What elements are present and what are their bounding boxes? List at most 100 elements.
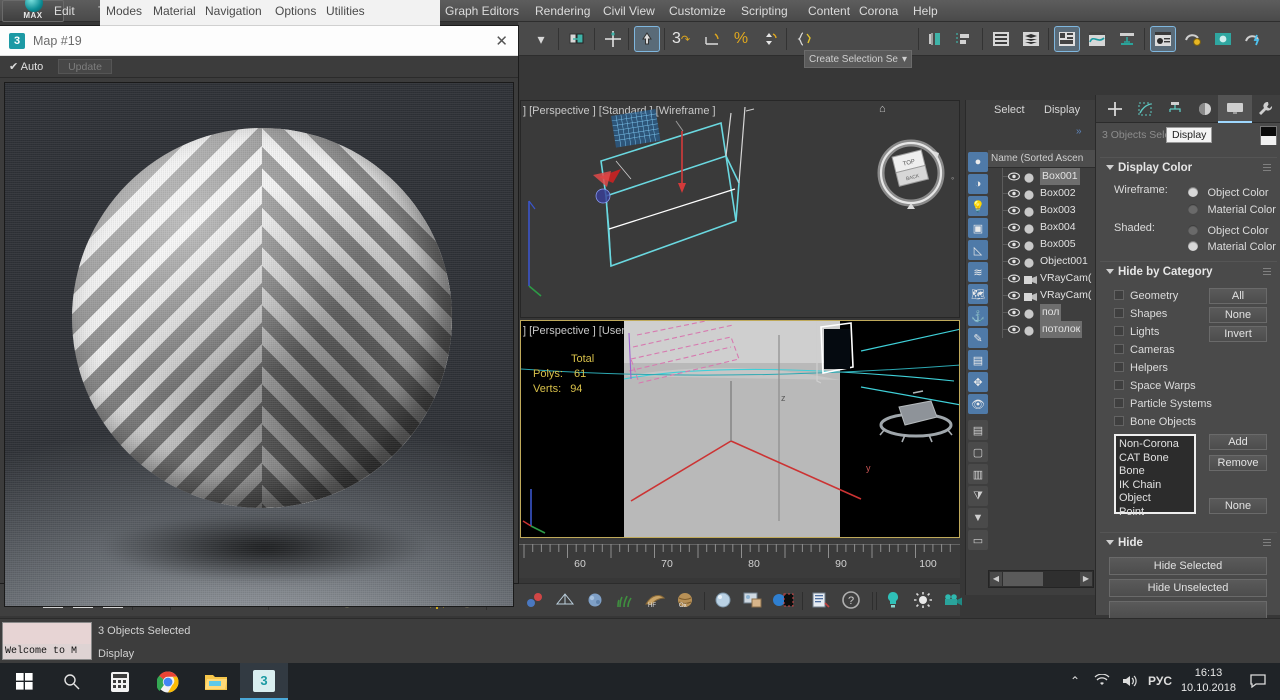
menu-corona[interactable]: Corona [851,0,906,22]
scene-list-item[interactable]: Box005 [988,236,1096,253]
update-button[interactable]: Update [58,59,112,74]
cameras-filter-icon[interactable]: ▣ [968,218,988,238]
hide-by-hit-button[interactable] [1109,601,1267,619]
show-map-in-viewport-icon[interactable] [772,589,794,611]
menu-edit[interactable]: Edit [46,0,83,22]
category-checkbox[interactable] [1114,380,1124,390]
rollout-hide-header[interactable]: Hide [1100,533,1277,553]
list-item[interactable]: CAT Bone [1119,452,1191,466]
list-icon[interactable]: ▤ [968,420,988,440]
maxscript-mini-listener[interactable]: Welcome to M [2,622,92,660]
hair-farm-icon[interactable]: HF [644,589,666,611]
helpers-filter-icon[interactable]: ◺ [968,240,988,260]
modify-tab[interactable] [1128,95,1162,123]
close-icon[interactable]: ✕ [495,32,508,50]
menu-rendering[interactable]: Rendering [527,0,598,22]
mirror-icon[interactable] [922,26,948,52]
selection-set-field[interactable]: Create Selection Se ▾ [804,50,912,68]
scene-list-item[interactable]: Box003 [988,202,1096,219]
hide-unselected-button[interactable]: Hide Unselected [1109,579,1267,597]
columns-icon[interactable]: ▥ [968,464,988,484]
menu-customize[interactable]: Customize [661,0,734,22]
curve-editor-icon[interactable] [1084,26,1110,52]
material-preview-canvas[interactable] [4,82,514,607]
auto-update-checkbox[interactable]: ✔ Auto [9,60,43,73]
space-warps-filter-icon[interactable]: ≋ [968,262,988,282]
map-assign-icon[interactable] [742,589,764,611]
hide-category-row[interactable]: Lights [1114,322,1159,340]
funnel-icon[interactable]: ▼ [968,508,988,528]
rollout-display-color-header[interactable]: Display Color [1100,158,1277,178]
category-checkbox[interactable] [1114,416,1124,426]
scene-list-item[interactable]: пол [988,304,1096,321]
category-checkbox[interactable] [1114,344,1124,354]
visibility-eye-icon[interactable] [1008,324,1020,335]
xrefs-filter-icon[interactable]: ⚓ [968,306,988,326]
category-all-button[interactable]: All [1209,288,1267,304]
clock[interactable]: 16:13 10.10.2018 [1181,666,1236,696]
shaded-material-color-radio[interactable] [1188,241,1198,251]
frozen-filter-icon[interactable]: ✥ [968,372,988,392]
category-checkbox[interactable] [1114,308,1124,318]
wireframe-material-color-radio[interactable] [1188,204,1198,214]
category-checkbox[interactable] [1114,398,1124,408]
material-editor-icon[interactable] [1150,26,1176,52]
undo-dropdown-icon[interactable]: ▾ [528,26,554,52]
scene-list-item[interactable]: Box004 [988,219,1096,236]
category-none-button[interactable]: None [1209,307,1267,323]
category-exclusion-list[interactable]: Non-CoronaCAT BoneBoneIK Chain ObjectPoi… [1114,434,1196,514]
view-cube[interactable]: TOP BACK [871,131,951,211]
hide-category-row[interactable]: Geometry [1114,286,1178,304]
percent-snap-icon[interactable]: % [728,26,754,52]
containers-filter-icon[interactable]: ▤ [968,350,988,370]
scene-explorer-hscrollbar[interactable]: ◀ ▶ [988,570,1094,588]
scroll-left-icon[interactable]: ◀ [990,572,1002,586]
hide-category-row[interactable]: Shapes [1114,304,1167,322]
expand-icon[interactable]: » [1076,126,1082,137]
category-checkbox[interactable] [1114,290,1124,300]
list-item[interactable]: Non-Corona [1119,438,1191,452]
category-checkbox[interactable] [1114,362,1124,372]
visibility-eye-icon[interactable] [1008,273,1020,284]
me-menu-modes[interactable]: Modes [106,4,142,18]
show-hidden-icons-icon[interactable]: ⌃ [1070,674,1080,688]
scene-list-item[interactable]: потолок [988,321,1096,338]
noise-blob-icon[interactable] [584,589,606,611]
scroll-thumb[interactable] [1003,572,1043,586]
viewcube-compass-icon[interactable]: ◦ [951,173,954,183]
hide-category-row[interactable]: Bone Objects [1114,412,1196,430]
help-icon[interactable]: ? [840,589,862,611]
scroll-right-icon[interactable]: ▶ [1080,572,1092,586]
display-tab[interactable] [1218,95,1252,123]
visibility-eye-icon[interactable] [1008,171,1020,182]
volume-icon[interactable] [1121,674,1137,691]
align-icon[interactable] [950,26,976,52]
angle-snap-icon[interactable] [700,26,726,52]
select-and-link-icon[interactable] [564,26,590,52]
schematic-view-icon[interactable] [1114,26,1140,52]
render-production-icon[interactable] [1240,26,1266,52]
hide-selected-button[interactable]: Hide Selected [1109,557,1267,575]
list-item[interactable]: IK Chain Object [1119,479,1191,506]
me-menu-material[interactable]: Material [153,4,196,18]
spinner-snap-icon[interactable] [756,26,782,52]
list-none-button[interactable]: None [1209,498,1267,514]
layer-manager-icon[interactable] [988,26,1014,52]
viewport-perspective-wireframe[interactable]: ] [Perspective ] [Standard ] [Wireframe … [520,100,960,318]
material-sphere-icon[interactable] [712,589,734,611]
light-lister-icon[interactable] [882,589,904,611]
menu-civil-view[interactable]: Civil View [595,0,663,22]
object-color-swatch[interactable] [1260,126,1277,145]
camera-create-icon[interactable] [942,589,964,611]
groups-filter-icon[interactable]: 🗺 [968,284,988,304]
track-bar[interactable]: 60708090100 [518,540,960,578]
render-frame-window-icon[interactable] [1210,26,1236,52]
visibility-eye-icon[interactable] [1008,307,1020,318]
menu-scripting[interactable]: Scripting [733,0,796,22]
menu-help[interactable]: Help [905,0,946,22]
pyramid-wire-icon[interactable] [554,589,576,611]
home-icon[interactable]: ⌂ [879,103,886,115]
scene-list-item[interactable]: Object001 [988,253,1096,270]
ox-fur-icon[interactable]: Ox [674,589,696,611]
material-editor-titlebar[interactable]: 3 Map #19 ✕ [0,26,518,56]
